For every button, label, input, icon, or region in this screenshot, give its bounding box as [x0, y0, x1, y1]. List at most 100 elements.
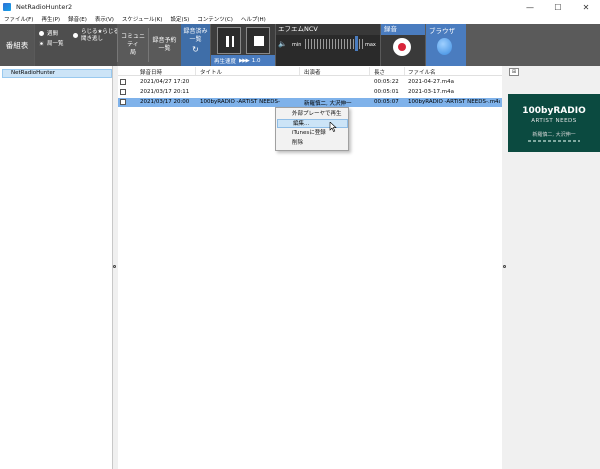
- splitter-grip-icon: [113, 265, 116, 268]
- cell-date: 2021/03/17 20:11: [140, 89, 190, 95]
- recorded-label-1: 録音済み: [183, 28, 208, 35]
- column-separator: [404, 67, 405, 75]
- menu-contents[interactable]: コンテンツ(C): [193, 15, 237, 23]
- cell-title: 100byRADIO -ARTIST NEEDS-: [200, 99, 280, 105]
- radio-radiru-label-2: 聞き逃し: [81, 35, 104, 42]
- window-title: NetRadioHunter2: [16, 3, 73, 11]
- preview-pane: ⊞ 100byRADIO ARTIST NEEDS 新羅慎二, 大沢伸一: [507, 66, 600, 469]
- cell-filename: 100byRADIO -ARTIST NEEDS-.m4a: [408, 99, 500, 105]
- record-panel: 録音: [381, 24, 425, 66]
- recorded-label-2: 一覧: [189, 36, 202, 43]
- cell-length: 00:05:22: [374, 79, 399, 85]
- speed-value: 1.0: [251, 57, 261, 64]
- column-date[interactable]: 録音日時: [140, 68, 162, 76]
- program-table-button[interactable]: 番組表: [0, 24, 34, 66]
- app-icon: [3, 3, 11, 11]
- radio-weekly[interactable]: 週間: [39, 29, 58, 37]
- menu-file[interactable]: ファイル(F): [0, 15, 37, 23]
- recorded-list-button[interactable]: 録音済み 一覧 ↻: [181, 24, 210, 66]
- row-checkbox[interactable]: [120, 99, 126, 105]
- toolbar: 番組表 週間 局一覧 らじる★らじる 聞き逃し コミュニティ 局 録音予約 一覧…: [0, 24, 600, 66]
- cell-date: 2021/03/17 20:00: [140, 99, 190, 105]
- cell-performer: 新羅慎二, 大沢伸一: [304, 101, 352, 107]
- record-button[interactable]: [393, 38, 411, 56]
- column-separator: [299, 67, 300, 75]
- playback-speed[interactable]: 再生速度 ▶▶▶ 1.0: [211, 55, 275, 66]
- stop-icon: [254, 36, 264, 46]
- list-header: 録音日時 タイトル 出演者 長さ ファイル名: [118, 66, 502, 76]
- menu-schedule[interactable]: スケジュール(K): [118, 15, 167, 23]
- cell-date: 2021/04/27 17:20: [140, 79, 190, 85]
- cell-length: 00:05:07: [374, 99, 399, 105]
- context-menu: 外部プレーヤで再生 編集... iTunesに登録 削除: [275, 107, 349, 151]
- volume-max-label: max: [365, 42, 376, 48]
- close-button[interactable]: ✕: [572, 0, 600, 14]
- menu-item-edit[interactable]: 編集...: [277, 119, 348, 128]
- column-performer[interactable]: 出演者: [304, 68, 321, 76]
- community-label-1: コミュニティ: [120, 33, 145, 48]
- recording-reservation-button[interactable]: 録音予約 一覧: [149, 24, 180, 66]
- radio-radiru[interactable]: らじる★らじる 聞き逃し: [73, 29, 119, 42]
- station-name: エフエムNCV: [276, 24, 380, 35]
- table-row-selected[interactable]: 2021/03/17 20:00 100byRADIO -ARTIST NEED…: [118, 98, 502, 107]
- menu-view[interactable]: 表示(V): [91, 15, 118, 23]
- column-filename[interactable]: ファイル名: [408, 68, 436, 76]
- speaker-icon[interactable]: 🔈: [278, 40, 287, 48]
- thumbnail-performers: 新羅慎二, 大沢伸一: [532, 132, 576, 138]
- speed-arrows-icon: ▶▶▶: [239, 57, 250, 64]
- menu-item-itunes[interactable]: iTunesに登録: [277, 129, 348, 138]
- mouse-cursor-icon: [329, 122, 337, 132]
- column-title[interactable]: タイトル: [200, 68, 222, 76]
- radio-radiru-label-1: らじる★らじる: [81, 29, 119, 35]
- now-playing-panel: エフエムNCV 🔈 min max: [276, 24, 380, 66]
- layout-toggle-icon[interactable]: ⊞: [509, 68, 519, 76]
- table-row[interactable]: 2021/04/27 17:20 00:05:22 2021-04-27.m4a: [118, 78, 502, 87]
- radio-dot: [39, 30, 44, 36]
- menu-settings[interactable]: 設定(S): [166, 15, 193, 23]
- table-row[interactable]: 2021/03/17 20:11 00:05:01 2021-03-17.m4a: [118, 88, 502, 97]
- browser-button[interactable]: ブラウザ: [426, 24, 466, 66]
- menu-help[interactable]: ヘルプ(H): [237, 15, 270, 23]
- folder-tree: NetRadioHunter: [0, 66, 113, 469]
- reserve-label-2: 一覧: [158, 45, 171, 52]
- community-station-button[interactable]: コミュニティ 局: [118, 24, 148, 66]
- volume-slider-thumb[interactable]: [354, 36, 358, 51]
- row-checkbox[interactable]: [120, 79, 126, 85]
- menu-item-external-player[interactable]: 外部プレーヤで再生: [277, 110, 348, 119]
- radio-dot-selected: [39, 40, 44, 46]
- row-checkbox[interactable]: [120, 89, 126, 95]
- radio-dot: [73, 33, 78, 38]
- pause-icon: [225, 36, 235, 47]
- title-bar: NetRadioHunter2 — ☐ ✕: [0, 0, 600, 14]
- thumbnail-subtitle: ARTIST NEEDS: [531, 118, 577, 124]
- maximize-button[interactable]: ☐: [544, 0, 572, 14]
- toolbar-filler: [466, 24, 600, 66]
- volume-min-label: min: [292, 42, 302, 48]
- thumbnail-title: 100byRADIO: [522, 106, 586, 116]
- thumbnail-decoration: [528, 140, 580, 142]
- stop-button[interactable]: [246, 27, 270, 54]
- menu-item-delete[interactable]: 削除: [277, 139, 348, 148]
- globe-icon: [437, 38, 452, 55]
- radio-station-list-label: 局一覧: [47, 41, 64, 47]
- menu-play[interactable]: 再生(P): [37, 15, 64, 23]
- community-label-2: 局: [129, 49, 136, 56]
- browser-label: ブラウザ: [429, 27, 455, 35]
- cell-filename: 2021-03-17.m4a: [408, 89, 454, 95]
- radio-station-list[interactable]: 局一覧: [39, 39, 64, 47]
- program-thumbnail: 100byRADIO ARTIST NEEDS 新羅慎二, 大沢伸一: [508, 94, 600, 152]
- refresh-icon[interactable]: ↻: [192, 46, 199, 54]
- column-separator: [369, 67, 370, 75]
- minimize-button[interactable]: —: [516, 0, 544, 14]
- column-length[interactable]: 長さ: [374, 68, 385, 76]
- reserve-label-1: 録音予約: [152, 37, 177, 44]
- record-label: 録音: [381, 24, 425, 35]
- speed-label: 再生速度: [214, 58, 237, 65]
- radio-radiru-label: らじる★らじる 聞き逃し: [81, 29, 119, 42]
- pause-button[interactable]: [217, 27, 241, 54]
- menu-bar: ファイル(F) 再生(P) 録音(E) 表示(V) スケジュール(K) 設定(S…: [0, 14, 600, 24]
- tree-item-netradiohunter[interactable]: NetRadioHunter: [2, 69, 112, 78]
- splitter-grip-icon: [503, 265, 506, 268]
- menu-record[interactable]: 録音(E): [64, 15, 91, 23]
- column-separator: [195, 67, 196, 75]
